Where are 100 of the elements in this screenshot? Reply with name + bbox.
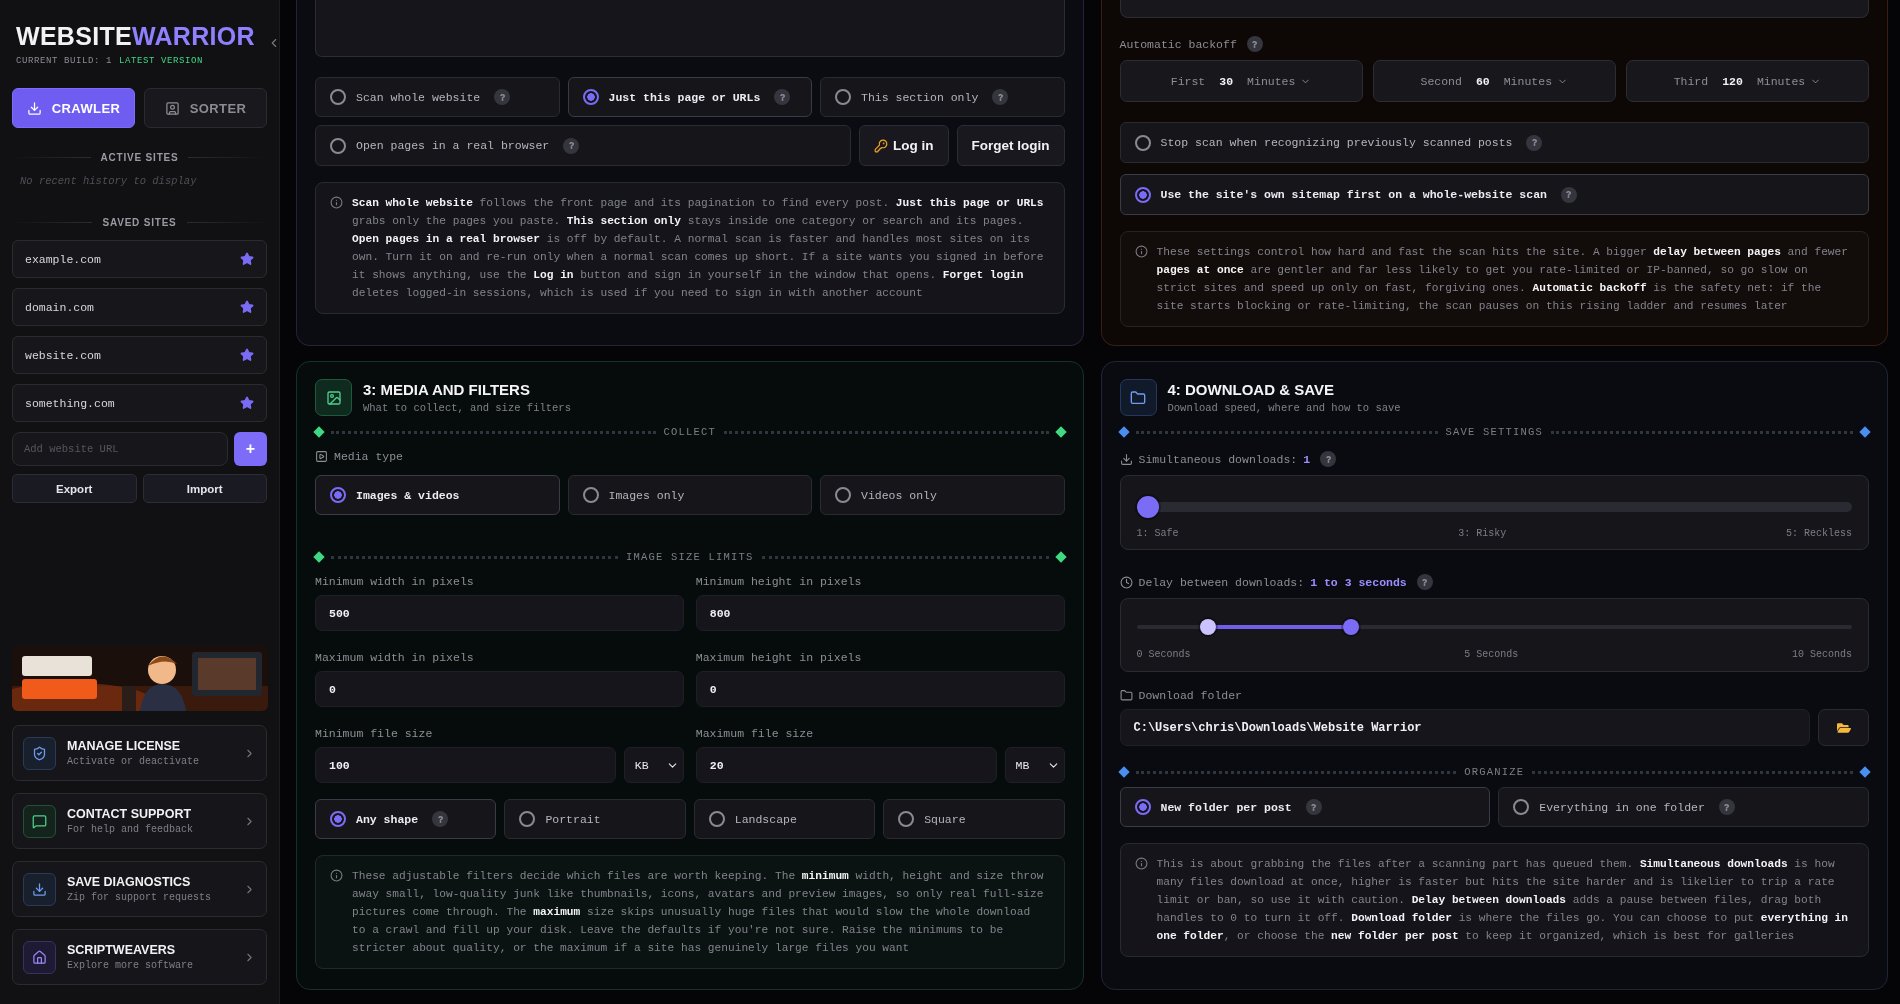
saved-site[interactable]: example.com bbox=[12, 240, 267, 278]
site-name: domain.com bbox=[25, 300, 94, 314]
radio-option[interactable]: New folder per post bbox=[1119, 787, 1491, 827]
field-label: Media type bbox=[334, 450, 403, 463]
radio-option[interactable]: Open pages in a real browser bbox=[315, 125, 851, 166]
help-icon[interactable] bbox=[1246, 36, 1263, 52]
card-subtitle: For help and feedback bbox=[67, 824, 195, 835]
unit-select[interactable]: Minutes bbox=[1756, 74, 1822, 88]
browse-folder-button[interactable] bbox=[1818, 709, 1869, 746]
tick-label: 1: Safe bbox=[1136, 528, 1179, 539]
site-name: example.com bbox=[25, 252, 101, 266]
help-icon[interactable] bbox=[1560, 186, 1577, 203]
unit-select[interactable]: Minutes bbox=[1247, 74, 1312, 88]
import-button[interactable]: Import bbox=[142, 474, 267, 503]
star-icon[interactable] bbox=[240, 348, 254, 362]
mode-tab[interactable]: CRAWLER bbox=[12, 88, 135, 128]
number-field[interactable]: 500 bbox=[315, 595, 684, 631]
radio-option[interactable]: Just this page or URLs bbox=[567, 77, 812, 117]
saved-site[interactable]: website.com bbox=[12, 336, 267, 374]
star-icon[interactable] bbox=[240, 396, 254, 410]
help-icon[interactable] bbox=[563, 137, 580, 154]
mode-tab[interactable]: SORTER bbox=[144, 88, 267, 128]
radio-option[interactable]: Everything in one folder bbox=[1498, 787, 1869, 827]
help-icon[interactable] bbox=[1305, 799, 1322, 815]
login-button[interactable]: Log in bbox=[859, 125, 949, 166]
radio-option[interactable]: Stop scan when recognizing previously scanned posts bbox=[1119, 122, 1869, 163]
forget-login-button[interactable]: Forget login bbox=[956, 125, 1065, 166]
export-button[interactable]: Export bbox=[12, 474, 137, 503]
field-label: Maximum width in pixels bbox=[315, 651, 474, 664]
field-label: Simultaneous downloads: bbox=[1138, 452, 1298, 466]
step-value[interactable]: 120 bbox=[1722, 74, 1743, 88]
field-label: Delay between downloads: bbox=[1138, 575, 1305, 589]
radio-option[interactable]: Videos only bbox=[820, 475, 1065, 515]
nav-card[interactable]: MANAGE LICENSE Activate or deactivate bbox=[12, 725, 267, 781]
slider-track[interactable] bbox=[1136, 496, 1852, 518]
image-icon bbox=[315, 379, 352, 416]
nav-card[interactable]: CONTACT SUPPORT For help and feedback bbox=[12, 793, 267, 849]
card-title: CONTACT SUPPORT bbox=[67, 807, 193, 821]
field-label: Minimum file size bbox=[315, 727, 433, 740]
site-name: website.com bbox=[25, 348, 101, 362]
saved-site[interactable]: something.com bbox=[12, 384, 267, 422]
nav-card[interactable]: SCRIPTWEAVERS Explore more software bbox=[12, 929, 267, 985]
field-label: Minimum width in pixels bbox=[315, 575, 474, 588]
radio-option[interactable]: Scan whole website bbox=[315, 77, 560, 117]
number-field[interactable]: 100 bbox=[315, 747, 616, 783]
saved-site[interactable]: domain.com bbox=[12, 288, 267, 326]
section-heading: SAVED SITES bbox=[102, 217, 177, 228]
step-label: Third bbox=[1673, 74, 1709, 88]
step-value[interactable]: 60 bbox=[1475, 74, 1490, 88]
tick-label: 0 Seconds bbox=[1136, 649, 1191, 660]
number-field[interactable]: 0 bbox=[315, 671, 684, 707]
radio-option[interactable]: Images & videos bbox=[315, 475, 560, 515]
tick-label: 10 Seconds bbox=[1791, 649, 1852, 660]
card-title: MANAGE LICENSE bbox=[67, 739, 182, 753]
number-field[interactable]: 20 bbox=[695, 747, 997, 783]
info-icon bbox=[330, 196, 343, 209]
help-icon[interactable] bbox=[1320, 451, 1337, 467]
radio-option[interactable]: This section only bbox=[820, 77, 1065, 117]
download-icon bbox=[26, 100, 42, 116]
folder-icon bbox=[1836, 720, 1851, 735]
radio-option[interactable]: Square bbox=[883, 799, 1065, 839]
number-field[interactable]: 800 bbox=[695, 595, 1065, 631]
help-icon[interactable] bbox=[432, 811, 449, 827]
add-button[interactable]: + bbox=[234, 432, 267, 466]
tick-label: 5: Reckless bbox=[1785, 528, 1852, 539]
folder-path-field[interactable]: C:\Users\chris\Downloads\Website Warrior bbox=[1119, 709, 1810, 746]
brand-name: WEBSITE bbox=[16, 22, 132, 51]
radio-option[interactable]: Use the site's own sitemap first on a whole-website scan bbox=[1119, 174, 1869, 215]
slider-track[interactable] bbox=[1136, 619, 1852, 635]
help-icon[interactable] bbox=[992, 89, 1009, 105]
slider-thumb[interactable] bbox=[1136, 496, 1159, 518]
radio-option[interactable]: Images only bbox=[567, 475, 812, 515]
section-heading: COLLECT bbox=[663, 426, 716, 438]
radio-option[interactable]: Portrait bbox=[504, 799, 686, 839]
help-icon[interactable] bbox=[1526, 134, 1543, 151]
radio-option[interactable]: Any shape bbox=[315, 799, 497, 839]
star-icon[interactable] bbox=[240, 300, 254, 314]
unit-select[interactable]: KB bbox=[623, 747, 684, 783]
field-label: Minimum height in pixels bbox=[695, 575, 862, 588]
nav-card[interactable]: SAVE DIAGNOSTICS Zip for support requests bbox=[12, 861, 267, 917]
shield-icon bbox=[23, 736, 56, 770]
video-icon bbox=[315, 450, 328, 463]
help-icon[interactable] bbox=[1718, 799, 1735, 815]
slider-value: 1 bbox=[1303, 452, 1311, 466]
step-label: Second bbox=[1420, 74, 1462, 88]
slider-thumb[interactable] bbox=[1200, 619, 1217, 635]
star-icon[interactable] bbox=[240, 252, 254, 266]
url-input-field[interactable]: Add website URL bbox=[12, 432, 228, 466]
slider-thumb[interactable] bbox=[1343, 619, 1360, 635]
number-field[interactable]: 0 bbox=[695, 671, 1065, 707]
panel-title: 4: DOWNLOAD & SAVE bbox=[1167, 381, 1335, 398]
unit-select[interactable]: MB bbox=[1004, 747, 1065, 783]
help-icon[interactable] bbox=[494, 89, 511, 105]
help-icon[interactable] bbox=[1416, 574, 1433, 590]
unit-select[interactable]: Minutes bbox=[1503, 74, 1569, 88]
step-value[interactable]: 30 bbox=[1219, 74, 1234, 88]
help-icon[interactable] bbox=[774, 89, 791, 105]
radio-option[interactable]: Landscape bbox=[693, 799, 876, 839]
info-icon bbox=[330, 869, 343, 882]
panel-title: 3: MEDIA AND FILTERS bbox=[363, 381, 531, 398]
